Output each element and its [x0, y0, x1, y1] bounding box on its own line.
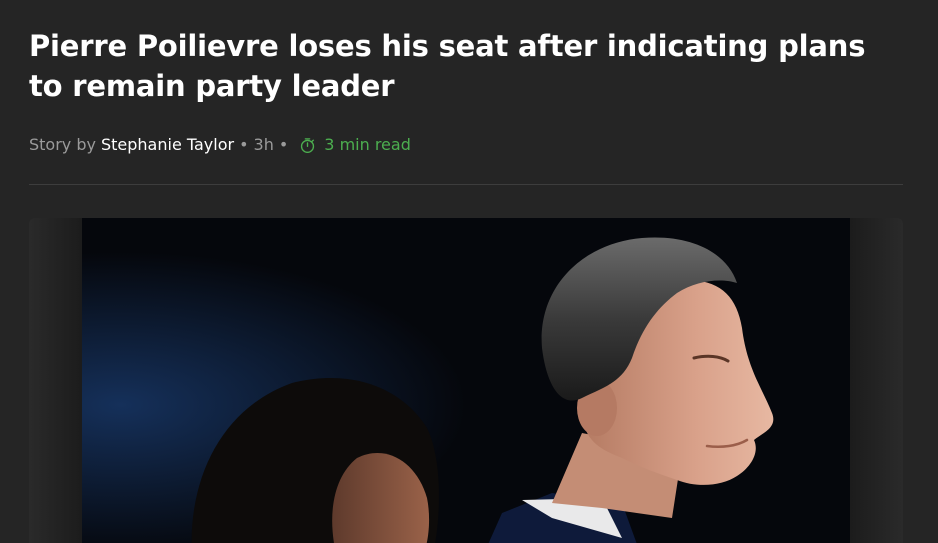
timer-icon	[301, 137, 315, 153]
article-page: Pierre Poilievre loses his seat after in…	[0, 0, 938, 543]
hero-photo	[82, 218, 850, 543]
article-hero-image[interactable]	[29, 218, 903, 543]
article-headline: Pierre Poilievre loses his seat after in…	[29, 29, 866, 103]
read-time-label: 3 min read	[324, 135, 411, 154]
author-link[interactable]: Stephanie Taylor	[101, 134, 234, 156]
byline-separator: •	[239, 135, 249, 154]
divider	[29, 184, 903, 185]
byline-prefix: Story by	[29, 135, 96, 154]
read-time: 3 min read	[299, 134, 411, 156]
byline-separator: •	[278, 135, 289, 154]
article-byline: Story by Stephanie Taylor • 3h • 3 min r…	[29, 134, 411, 156]
publish-age: 3h	[253, 135, 274, 154]
